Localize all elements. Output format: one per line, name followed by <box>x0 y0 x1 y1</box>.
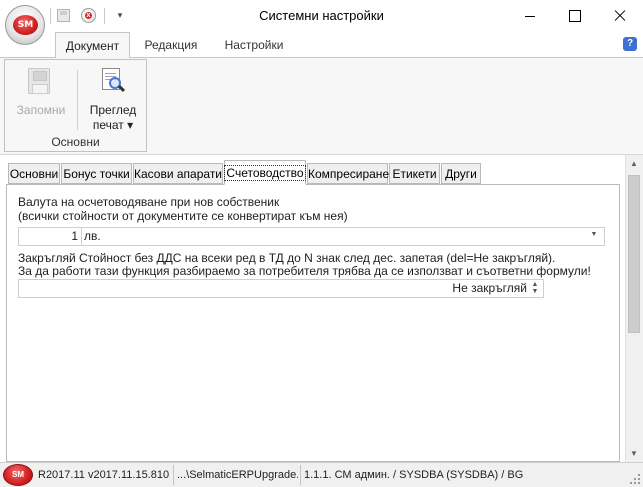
print-preview-button[interactable]: Преглед <box>82 103 144 117</box>
currency-select[interactable]: лв. <box>82 227 605 246</box>
ribbon-group-label: Основни <box>51 135 100 149</box>
spin-arrows-icon[interactable]: ▲ ▼ <box>530 281 540 296</box>
tab-document[interactable]: Документ <box>55 32 130 59</box>
rounding-hint: За да работи тази функция разбираемо за … <box>18 264 591 278</box>
rounding-value: Не закръгляй <box>452 281 527 295</box>
tab-accounting-label: Счетоводство <box>224 165 306 181</box>
help-icon[interactable]: ? <box>623 37 637 51</box>
tab-labels[interactable]: Етикети <box>389 163 440 184</box>
status-path: ...\SelmaticERPUpgrade. <box>177 469 298 481</box>
scroll-down-icon[interactable]: ▼ <box>625 445 643 462</box>
tab-compression[interactable]: Компресиране <box>307 163 389 184</box>
qat-separator <box>104 8 105 24</box>
tab-basic[interactable]: Основни <box>8 163 60 184</box>
close-mark-icon: x <box>85 12 92 19</box>
tab-cash-registers[interactable]: Касови апарати <box>133 163 223 184</box>
chevron-down-icon[interactable]: ▼ <box>590 231 598 239</box>
app-menu-button[interactable]: SM <box>5 5 45 45</box>
scroll-up-icon[interactable]: ▲ <box>625 155 643 172</box>
qat-customize-icon[interactable]: ▾ <box>114 7 126 23</box>
qat-save-icon[interactable] <box>57 9 70 22</box>
resize-grip-icon[interactable] <box>629 473 641 485</box>
maximize-button[interactable] <box>551 0 597 32</box>
qat-close-icon[interactable]: x <box>81 8 96 23</box>
currency-label: Валута на осчетоводяване при нов собстве… <box>18 195 280 209</box>
tab-settings[interactable]: Настройки <box>215 32 293 59</box>
status-user: 1.1.1. СМ админ. / SYSDBA (SYSDBA) / BG <box>304 469 524 481</box>
close-window-button[interactable] <box>597 0 643 32</box>
qat-separator <box>50 8 51 24</box>
currency-amount-input[interactable]: 1 <box>18 227 82 246</box>
tab-other[interactable]: Други <box>441 163 481 184</box>
scroll-thumb[interactable] <box>628 175 640 333</box>
status-separator <box>173 465 174 485</box>
group-separator <box>77 70 78 130</box>
spin-down-icon[interactable]: ▼ <box>530 288 540 295</box>
minimize-button[interactable] <box>507 0 553 32</box>
save-disk-icon <box>28 68 50 94</box>
tab-panel <box>6 184 620 462</box>
save-button[interactable]: Запомни <box>10 103 72 117</box>
currency-hint: (всички стойности от документите се конв… <box>18 209 348 223</box>
app-logo-icon: SM <box>3 464 33 486</box>
tab-bonus-points[interactable]: Бонус точки <box>61 163 132 184</box>
tab-accounting[interactable]: Счетоводство <box>224 160 306 185</box>
tab-edit[interactable]: Редакция <box>136 32 206 59</box>
print-preview-dropdown[interactable]: печат ▾ <box>82 118 144 132</box>
status-version: R2017.11 v2017.11.15.810 <box>38 469 170 481</box>
print-preview-icon[interactable] <box>100 68 126 96</box>
rounding-label: Закръгляй Стойност без ДДС на всеки ред … <box>18 251 556 265</box>
status-separator <box>300 465 301 485</box>
spin-up-icon[interactable]: ▲ <box>530 281 540 288</box>
app-logo-icon: SM <box>13 15 38 35</box>
